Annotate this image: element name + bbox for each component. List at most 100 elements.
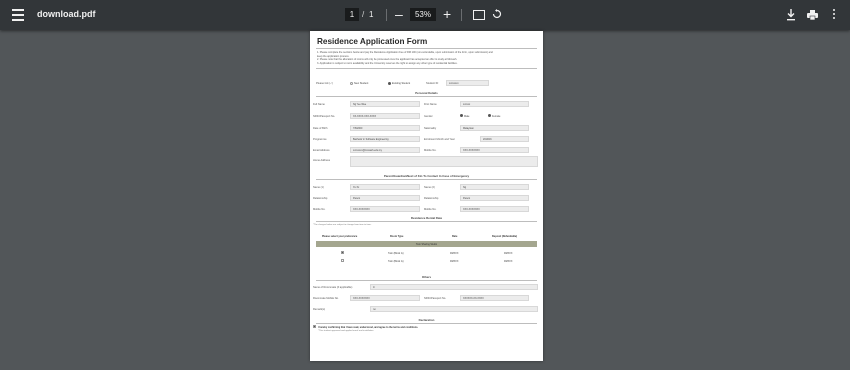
guardian-mobile1-field[interactable]: XXX-XXXXXXX <box>350 206 420 212</box>
first-name-field[interactable]: xxxxxx <box>460 101 529 107</box>
divider <box>316 96 537 97</box>
gender-female-label: Female <box>492 114 501 118</box>
guardian-mobile2-label: Mobile No. <box>424 208 437 211</box>
room-rate-cell: RMXXX <box>450 259 459 263</box>
personal-details-title: Personal Details <box>415 91 438 95</box>
download-icon[interactable] <box>786 9 796 21</box>
rotate-icon[interactable] <box>492 9 502 19</box>
relationship2-label: Relationship <box>424 197 439 200</box>
room-rate-cell: RMXXX <box>450 251 459 255</box>
col-rate: Rate <box>452 235 458 238</box>
zoom-in-button[interactable]: + <box>443 6 451 22</box>
enrolment-field[interactable]: 2019/16 <box>480 136 529 142</box>
col-preference: Please select your preference <box>322 235 358 238</box>
guardian-name2-label: Name (2) <box>424 186 435 189</box>
page-total: 1 <box>369 10 374 19</box>
divider <box>316 221 537 222</box>
rental-note: *The charges below are subject to change… <box>313 224 372 226</box>
document-title: download.pdf <box>37 9 96 19</box>
new-student-radio[interactable] <box>350 81 353 85</box>
pdf-page: Residence Application Form 1. Please com… <box>310 31 543 361</box>
home-address-label: Home Address <box>313 159 331 162</box>
applicant-type-label: Please tick (✓) <box>316 82 334 85</box>
roommate-mobile-label: Roommate Mobile No. <box>313 297 339 300</box>
nationality-label: Nationality <box>424 127 437 130</box>
full-name-label: Full Name <box>313 103 325 106</box>
page-number-input[interactable]: 1 <box>345 8 359 21</box>
gender-female-radio[interactable] <box>488 114 491 117</box>
roommate-passport-label: NRIC/Passport No. <box>424 297 447 300</box>
email-field[interactable]: xxxxxxxx@monash.edu.my <box>350 147 420 153</box>
divider <box>316 68 537 69</box>
form-title: Residence Application Form <box>317 37 428 46</box>
zoom-input[interactable]: 53% <box>410 8 436 21</box>
more-options-icon[interactable] <box>832 9 836 21</box>
remarks-field[interactable]: no <box>370 306 538 312</box>
room-option-checkbox[interactable] <box>341 251 344 254</box>
roommate-field[interactable]: Ji <box>370 284 538 290</box>
print-icon[interactable] <box>807 10 818 20</box>
menu-icon[interactable] <box>12 9 24 21</box>
first-name-label: First Name <box>424 103 437 106</box>
declaration-title: Declaration <box>418 318 435 322</box>
toolbar-divider <box>461 9 462 21</box>
existing-student-label: Existing Student <box>392 82 411 85</box>
relationship2-field[interactable]: Parent <box>460 195 529 201</box>
nationality-field[interactable]: Malaysian <box>460 125 529 131</box>
room-type-cell: Twin (Block G) <box>388 251 404 255</box>
student-id-field[interactable]: xxxxxxxx <box>446 79 489 86</box>
declaration-text: I hereby confirming that I have read, un… <box>318 325 419 329</box>
fit-to-page-icon[interactable] <box>473 10 485 20</box>
col-deposit: Deposit (Refundable) <box>492 235 518 238</box>
instruction-line: 3. Application is subject to room availa… <box>317 61 458 65</box>
dob-field[interactable]: 7/8/2000 <box>350 125 420 131</box>
existing-student-radio[interactable] <box>388 81 391 85</box>
new-student-label: New Student <box>354 82 369 85</box>
student-id-label: Student ID <box>426 82 439 85</box>
declaration-subtext: *This student approved and applied email… <box>318 330 374 332</box>
declaration-checkbox[interactable] <box>313 325 316 328</box>
full-name-field[interactable]: Ng Yee Wee <box>350 101 420 107</box>
room-deposit-cell: RMXXX <box>504 259 513 263</box>
nric-label: NRIC/Passport No. <box>313 115 336 118</box>
guardian-name1-field[interactable]: Xx Xx <box>350 184 420 190</box>
zoom-out-button[interactable]: – <box>395 7 403 21</box>
room-category-label: Twin Sharing Studio <box>415 242 438 246</box>
mobile-field[interactable]: XXX-XXXXXXX <box>460 147 529 153</box>
enrolment-label: Enrolment Month and Year <box>424 138 455 141</box>
divider <box>316 179 537 180</box>
mobile-label: Mobile No. <box>424 149 437 152</box>
remarks-label: Remark(s) <box>313 308 326 311</box>
divider <box>316 323 537 324</box>
relationship1-label: Relationship <box>313 197 328 200</box>
room-deposit-cell: RMXXX <box>504 251 513 255</box>
guardian-mobile1-label: Mobile No. <box>313 208 326 211</box>
guardian-section-title: Parent/Guardian/Next of Kin To Contact I… <box>383 174 470 178</box>
rental-section-title: Residence Rental Rate <box>410 216 443 220</box>
programme-field[interactable]: Bachelor in Software Engineering <box>350 136 420 142</box>
guardian-name1-label: Name (1) <box>313 186 324 189</box>
toolbar-divider <box>386 9 387 21</box>
col-room-type: Room Type <box>390 235 404 238</box>
divider <box>316 280 537 281</box>
email-label: Email Address <box>313 149 330 152</box>
dob-label: Date of Birth <box>313 127 328 130</box>
home-address-field[interactable] <box>350 156 538 167</box>
gender-male-label: Male <box>464 114 470 118</box>
roommate-passport-field[interactable]: XXXXXX-XX-XXXX <box>460 295 529 301</box>
programme-label: Programme <box>313 138 327 141</box>
roommate-label: Name of Roommate (if applicable) <box>313 286 353 289</box>
guardian-mobile2-field[interactable]: XXX-XXXXXXX <box>460 206 529 212</box>
room-type-cell: Twin (Block G) <box>388 259 404 263</box>
divider <box>316 48 537 49</box>
room-option-checkbox[interactable] <box>341 259 344 262</box>
nric-field[interactable]: XX-XXXX-XXX-XXXX <box>350 113 420 119</box>
page-separator: / <box>362 10 365 19</box>
relationship1-field[interactable]: Parent <box>350 195 420 201</box>
others-section-title: Others <box>421 275 432 279</box>
guardian-name2-field[interactable]: Ng <box>460 184 529 190</box>
pdf-toolbar: download.pdf 1 / 1 – 53% + <box>0 0 850 30</box>
roommate-mobile-field[interactable]: XXX-XXXXXXX <box>350 295 420 301</box>
gender-male-radio[interactable] <box>460 114 463 117</box>
gender-label: Gender <box>424 115 433 118</box>
